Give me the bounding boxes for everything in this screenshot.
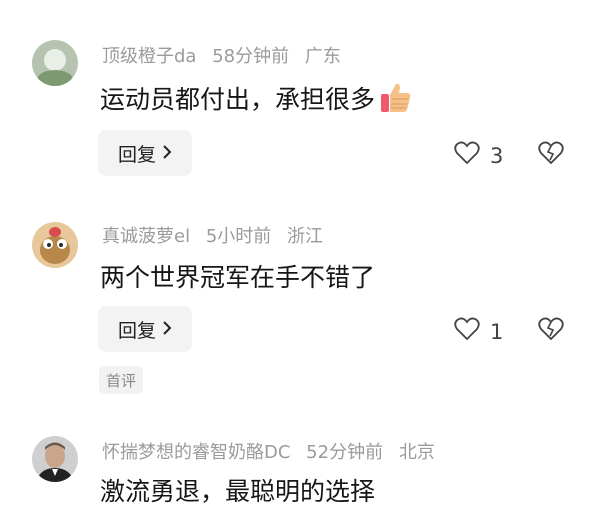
reply-button[interactable]: 回复	[98, 306, 192, 352]
comment-meta: 顶级橙子da 58分钟前 广东	[102, 42, 351, 68]
chevron-right-icon	[162, 318, 172, 340]
broken-heart-icon	[538, 141, 564, 169]
username[interactable]: 顶级橙子da	[102, 46, 196, 67]
dislike-button[interactable]	[538, 141, 564, 169]
broken-heart-icon	[538, 317, 564, 345]
thumbs-up-emoji-icon	[379, 81, 413, 121]
comment-text: 运动员都付出，承担很多	[100, 80, 413, 121]
comment-meta: 怀揣梦想的睿智奶酪DC 52分钟前 北京	[102, 438, 445, 464]
location: 北京	[398, 442, 435, 463]
timestamp: 52分钟前	[306, 442, 384, 463]
timestamp: 58分钟前	[212, 46, 290, 67]
username[interactable]: 真诚菠萝el	[102, 226, 190, 247]
location: 广东	[304, 46, 341, 67]
reply-label: 回复	[117, 143, 156, 166]
like-count: 1	[490, 319, 504, 344]
comment-body: 激流勇退，最聪明的选择	[100, 477, 376, 506]
avatar[interactable]	[32, 40, 78, 86]
location: 浙江	[287, 226, 323, 247]
avatar[interactable]	[32, 222, 78, 268]
comment-text: 两个世界冠军在手不错了	[100, 258, 375, 294]
comment-text: 激流勇退，最聪明的选择	[100, 472, 375, 508]
dislike-button[interactable]	[538, 317, 564, 345]
reply-button[interactable]: 回复	[98, 130, 192, 176]
chevron-right-icon	[162, 142, 172, 164]
avatar[interactable]	[32, 436, 78, 482]
like-button[interactable]: 1	[454, 317, 503, 346]
comment-body: 运动员都付出，承担很多	[100, 85, 376, 114]
first-comment-badge: 首评	[99, 366, 143, 394]
heart-outline-icon	[454, 141, 480, 170]
comment-body: 两个世界冠军在手不错了	[100, 263, 376, 292]
comment-meta: 真诚菠萝el 5小时前 浙江	[102, 222, 333, 248]
heart-outline-icon	[454, 317, 480, 346]
like-count: 3	[490, 143, 504, 168]
like-button[interactable]: 3	[454, 141, 503, 170]
username[interactable]: 怀揣梦想的睿智奶酪DC	[102, 442, 290, 463]
reply-label: 回复	[117, 319, 156, 342]
timestamp: 5小时前	[205, 226, 272, 247]
